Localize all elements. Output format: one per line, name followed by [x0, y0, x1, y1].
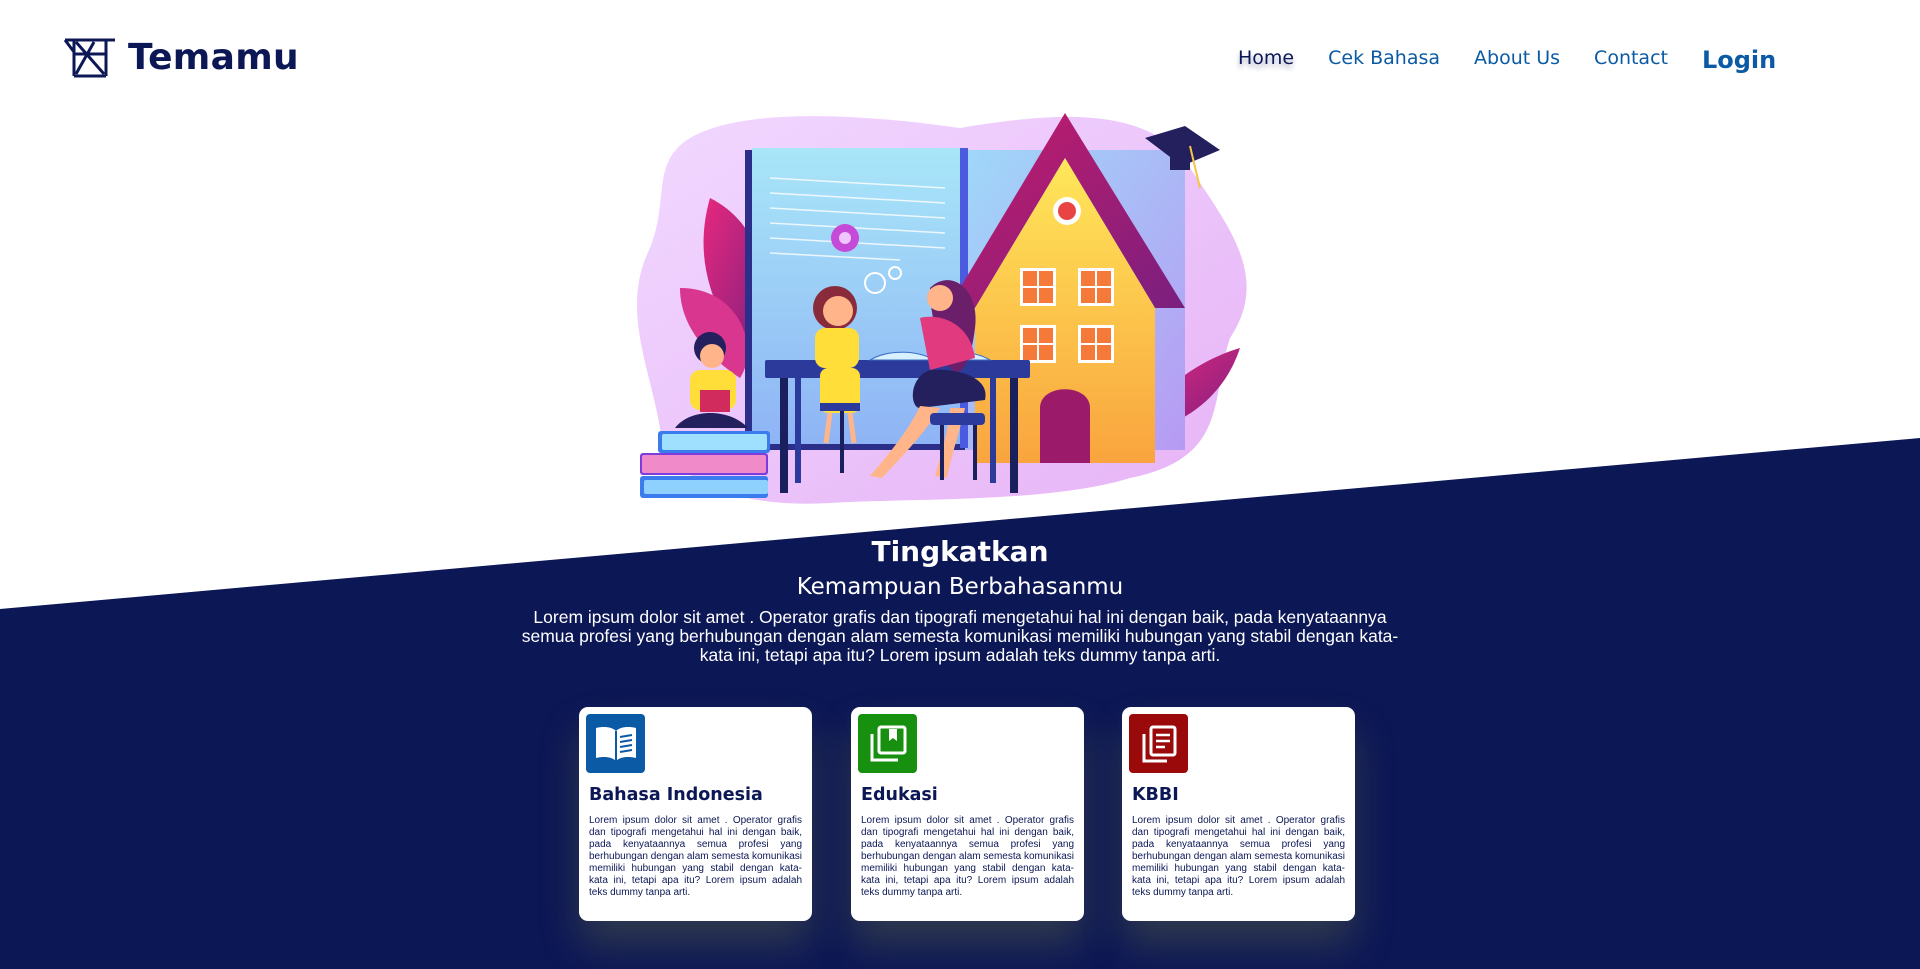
document-stack-icon: [1129, 714, 1188, 773]
nav-item-about-us[interactable]: About Us: [1474, 47, 1560, 69]
brand-logo[interactable]: Temamu: [64, 37, 299, 78]
hero-subtitle: Kemampuan Berbahasanmu: [796, 574, 1124, 600]
brand-name: Temamu: [128, 37, 299, 78]
book-open-icon: [586, 714, 645, 773]
hero-title: Tingkatkan: [871, 535, 1049, 568]
card-body: Lorem ipsum dolor sit amet . Operator gr…: [589, 815, 802, 898]
feature-card-bahasa-indonesia[interactable]: Bahasa Indonesia Lorem ipsum dolor sit a…: [579, 707, 812, 921]
nav-item-home[interactable]: Home: [1238, 47, 1294, 69]
nav-item-contact[interactable]: Contact: [1594, 47, 1668, 69]
card-title: KBBI: [1132, 785, 1179, 805]
library-books-icon: [858, 714, 917, 773]
temamu-logo-icon: [64, 38, 115, 77]
main-nav: Home Cek Bahasa About Us Contact Login: [1238, 44, 1776, 74]
login-button[interactable]: Login: [1702, 46, 1776, 74]
hero-description: Lorem ipsum dolor sit amet . Operator gr…: [521, 607, 1399, 665]
card-title: Edukasi: [861, 785, 938, 805]
card-body: Lorem ipsum dolor sit amet . Operator gr…: [861, 815, 1074, 898]
card-body: Lorem ipsum dolor sit amet . Operator gr…: [1132, 815, 1345, 898]
card-title: Bahasa Indonesia: [589, 785, 763, 805]
nav-item-cek-bahasa[interactable]: Cek Bahasa: [1328, 47, 1440, 69]
feature-card-kbbi[interactable]: KBBI Lorem ipsum dolor sit amet . Operat…: [1122, 707, 1355, 921]
hero-illustration: [637, 113, 1247, 504]
feature-card-edukasi[interactable]: Edukasi Lorem ipsum dolor sit amet . Ope…: [851, 707, 1084, 921]
